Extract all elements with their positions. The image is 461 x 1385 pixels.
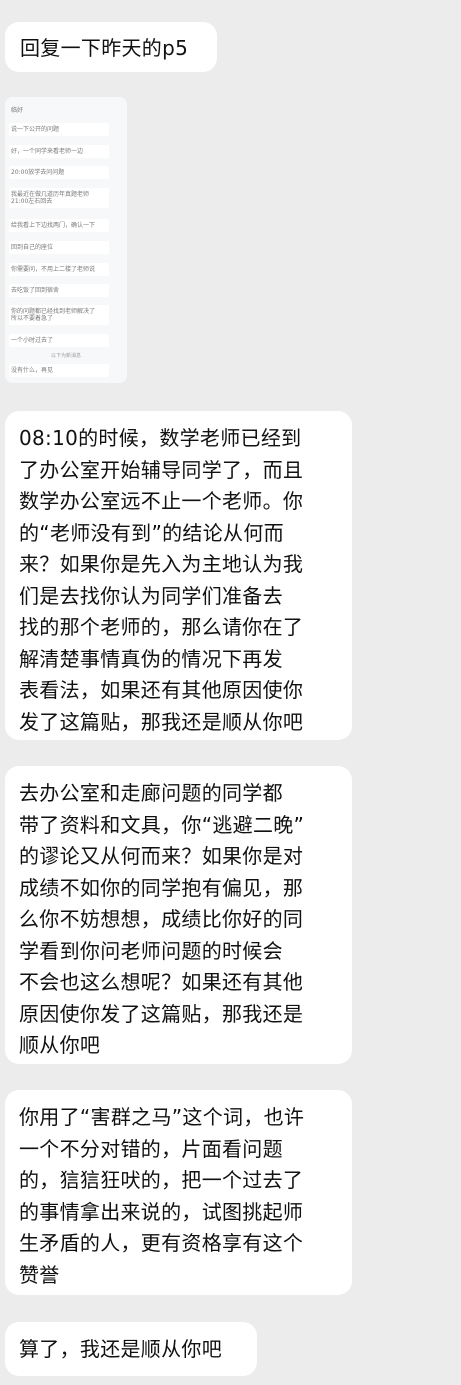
screenshot-line: 好，一个同学来看老师一边 [11,148,84,155]
message-text: 算了，我还是顺从你吧 [19,1337,222,1361]
screenshot-line: 我最近在做几道历年真题老师 21:00左右回去 [11,191,90,205]
screenshot-line: 20:00放学去问问题 [11,169,65,176]
screenshot-line: 说一下公开的问题 [11,126,60,133]
screenshot-line: 回到自己的座位 [11,244,54,251]
screenshot-line: 给我看上下边找两门，确认一下 [11,222,96,229]
message-bubble[interactable]: 去办公室和走廊问题的同学都 带了资料和文具，你“逃避二晚” 的谬论又从何而来？如… [5,766,352,1064]
chat-screenshot-image: 临好 说一下公开的问题 好，一个同学来看老师一边 20:00放学去问问题 我最近… [5,97,127,383]
screenshot-footer: 以下为新消息 [50,353,81,359]
image-message[interactable]: 临好 说一下公开的问题 好，一个同学来看老师一边 20:00放学去问问题 我最近… [5,97,127,383]
message-text: 你用了“害群之马”这个词，也许 一个不分对错的，片面看问题 的，狺狺狂吠的，把一… [19,1105,305,1287]
message-bubble[interactable]: 你用了“害群之马”这个词，也许 一个不分对错的，片面看问题 的，狺狺狂吠的，把一… [5,1090,352,1295]
screenshot-line: 你的问题都已经找到老师解决了 所以不要着急了 [11,308,96,322]
message-text: 08:10的时候，数学老师已经到 了办公室开始辅导同学了，而且 数学办公室远不止… [19,426,304,734]
message-bubble[interactable]: 08:10的时候，数学老师已经到 了办公室开始辅导同学了，而且 数学办公室远不止… [5,411,352,740]
screenshot-line: 你需要问，不用上二楼了老师说 [11,266,96,273]
message-text: 去办公室和走廊问题的同学都 带了资料和文具，你“逃避二晚” 的谬论又从何而来？如… [19,781,305,1057]
message-text: 回复一下昨天的p5 [20,36,189,60]
screenshot-line: 一个小时过去了 [11,337,54,344]
screenshot-line: 临好 [11,107,24,114]
message-bubble[interactable]: 回复一下昨天的p5 [5,22,217,72]
message-bubble[interactable]: 算了，我还是顺从你吧 [5,1322,257,1376]
screenshot-line: 没有什么，再见 [11,367,54,374]
screenshot-line: 去吃饭了回到宿舍 [11,287,60,294]
